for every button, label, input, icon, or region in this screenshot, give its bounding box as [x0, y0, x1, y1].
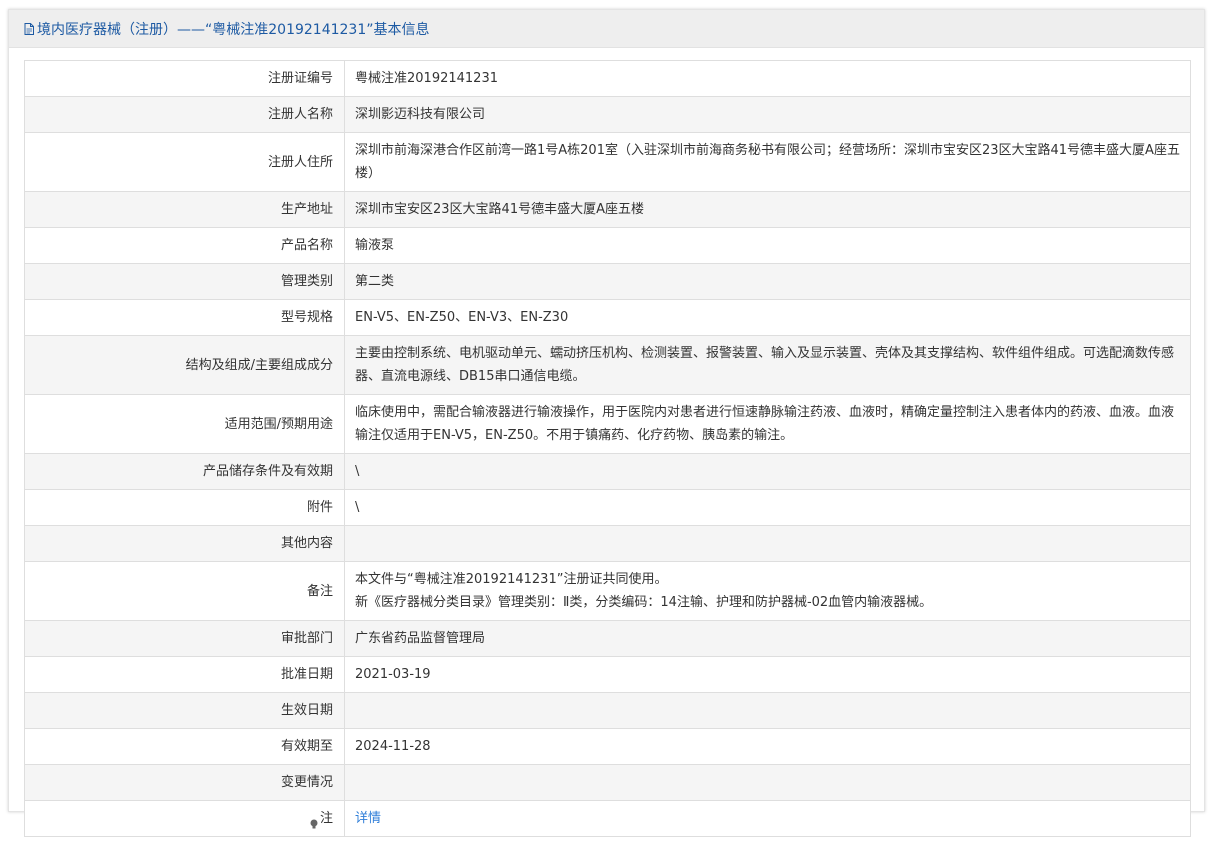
panel-header: 境内医疗器械（注册）——“粤械注准20192141231”基本信息 — [9, 10, 1204, 48]
lightbulb-icon — [309, 814, 319, 828]
table-row: 管理类别 第二类 — [24, 263, 1191, 300]
table-row: 产品储存条件及有效期 \ — [24, 453, 1191, 490]
row-value: 临床使用中，需配合输液器进行输液操作，用于医院内对患者进行恒速静脉输注药液、血液… — [344, 394, 1191, 454]
row-value: 广东省药品监督管理局 — [344, 620, 1191, 657]
remark-line: 新《医疗器械分类目录》管理类别：Ⅱ类，分类编码：14注输、护理和防护器械-02血… — [355, 595, 933, 610]
row-label: 注册人住所 — [24, 132, 345, 192]
row-value: 深圳影迈科技有限公司 — [344, 96, 1191, 133]
row-value: EN-V5、EN-Z50、EN-V3、EN-Z30 — [344, 299, 1191, 336]
row-label-note: 注 — [24, 800, 345, 837]
row-label: 结构及组成/主要组成成分 — [24, 335, 345, 395]
row-label: 产品储存条件及有效期 — [24, 453, 345, 490]
table-row: 结构及组成/主要组成成分 主要由控制系统、电机驱动单元、蠕动挤压机构、检测装置、… — [24, 335, 1191, 395]
row-value: 本文件与“粤械注准20192141231”注册证共同使用。 新《医疗器械分类目录… — [344, 561, 1191, 621]
document-icon — [24, 22, 34, 35]
row-label: 适用范围/预期用途 — [24, 394, 345, 454]
table-row: 型号规格 EN-V5、EN-Z50、EN-V3、EN-Z30 — [24, 299, 1191, 336]
table-row: 生效日期 — [24, 692, 1191, 729]
row-label: 生产地址 — [24, 191, 345, 228]
table-row: 附件 \ — [24, 489, 1191, 526]
info-panel: 境内医疗器械（注册）——“粤械注准20192141231”基本信息 注册证编号 … — [8, 9, 1205, 837]
row-label: 管理类别 — [24, 263, 345, 300]
row-value: 详情 — [344, 800, 1191, 837]
table-row: 备注 本文件与“粤械注准20192141231”注册证共同使用。 新《医疗器械分… — [24, 561, 1191, 621]
table-row: 其他内容 — [24, 525, 1191, 562]
row-value — [344, 764, 1191, 801]
table-row: 注 详情 — [24, 800, 1191, 837]
table-row: 产品名称 输液泵 — [24, 227, 1191, 264]
table-row: 批准日期 2021-03-19 — [24, 656, 1191, 693]
row-label: 生效日期 — [24, 692, 345, 729]
table-row: 生产地址 深圳市宝安区23区大宝路41号德丰盛大厦A座五楼 — [24, 191, 1191, 228]
row-value: 2024-11-28 — [344, 728, 1191, 765]
table-row: 有效期至 2024-11-28 — [24, 728, 1191, 765]
details-link[interactable]: 详情 — [355, 811, 381, 826]
row-label: 附件 — [24, 489, 345, 526]
row-label: 有效期至 — [24, 728, 345, 765]
row-value: 第二类 — [344, 263, 1191, 300]
row-value: \ — [344, 453, 1191, 490]
row-label: 注册人名称 — [24, 96, 345, 133]
row-value: 深圳市宝安区23区大宝路41号德丰盛大厦A座五楼 — [344, 191, 1191, 228]
row-label: 注册证编号 — [24, 60, 345, 97]
row-label: 产品名称 — [24, 227, 345, 264]
info-table-wrap: 注册证编号 粤械注准20192141231 注册人名称 深圳影迈科技有限公司 注… — [24, 60, 1191, 837]
note-label: 注 — [319, 811, 333, 826]
row-value — [344, 692, 1191, 729]
table-row: 变更情况 — [24, 764, 1191, 801]
table-row: 适用范围/预期用途 临床使用中，需配合输液器进行输液操作，用于医院内对患者进行恒… — [24, 394, 1191, 454]
row-label: 批准日期 — [24, 656, 345, 693]
row-label: 型号规格 — [24, 299, 345, 336]
table-row: 审批部门 广东省药品监督管理局 — [24, 620, 1191, 657]
row-value: 粤械注准20192141231 — [344, 60, 1191, 97]
table-row: 注册证编号 粤械注准20192141231 — [24, 60, 1191, 97]
row-value: 主要由控制系统、电机驱动单元、蠕动挤压机构、检测装置、报警装置、输入及显示装置、… — [344, 335, 1191, 395]
page-title: 境内医疗器械（注册）——“粤械注准20192141231”基本信息 — [37, 21, 430, 38]
row-value: \ — [344, 489, 1191, 526]
info-table: 注册证编号 粤械注准20192141231 注册人名称 深圳影迈科技有限公司 注… — [24, 60, 1191, 837]
table-row: 注册人住所 深圳市前海深港合作区前湾一路1号A栋201室（入驻深圳市前海商务秘书… — [24, 132, 1191, 192]
row-label: 备注 — [24, 561, 345, 621]
row-value — [344, 525, 1191, 562]
row-value: 输液泵 — [344, 227, 1191, 264]
table-row: 注册人名称 深圳影迈科技有限公司 — [24, 96, 1191, 133]
remark-line: 本文件与“粤械注准20192141231”注册证共同使用。 — [355, 572, 668, 587]
row-value: 深圳市前海深港合作区前湾一路1号A栋201室（入驻深圳市前海商务秘书有限公司；经… — [344, 132, 1191, 192]
row-label: 其他内容 — [24, 525, 345, 562]
row-label: 变更情况 — [24, 764, 345, 801]
row-label: 审批部门 — [24, 620, 345, 657]
row-value: 2021-03-19 — [344, 656, 1191, 693]
